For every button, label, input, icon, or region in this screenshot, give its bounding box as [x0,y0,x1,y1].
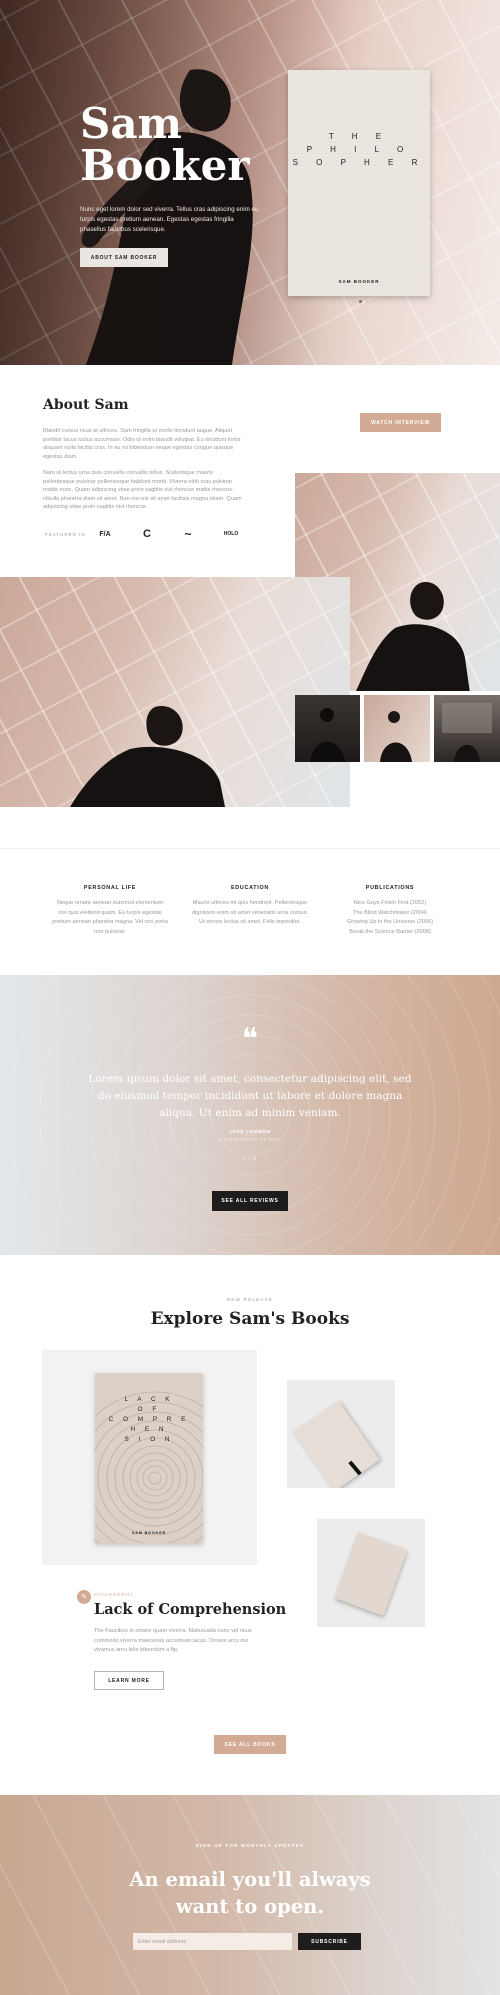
publication-item: Nice Guys Finish First (2002) [353,900,427,906]
portrait-photo-left [0,577,350,807]
subscribe-button[interactable]: SUBSCRIBE [298,1933,361,1950]
hero-slider-dots [352,300,369,303]
books-kicker: NEW RELEASE [226,1297,274,1302]
education-text: Mauris ultrices mi quis hendrerit. Pelle… [192,900,308,925]
testimonial-role: CO-FOUNDER AT DIVI [219,1137,281,1142]
hero-section: Sam Booker Nunc eget lorem dolor sed viv… [0,0,500,365]
section-divider [0,848,500,849]
about-sam-button[interactable]: ABOUT SAM BOOKER [80,248,168,267]
featured-book-cover: L A C K O F C O M P R E H E N S I O N SA… [95,1373,203,1543]
photo-figure [355,582,470,691]
education-heading: EDUCATION [231,885,269,891]
featured-book-cover-author: SAM BOOKER [131,1531,167,1535]
watch-interview-button[interactable]: WATCH INTERVIEW [360,413,441,432]
publication-item: Break the Science Barrier (2008) [349,928,431,935]
book-title: Lack of Comprehension [94,1601,287,1618]
testimonial-quote: Lorem ipsum dolor sit amet, consectetur … [88,1073,412,1119]
hero-book-cover[interactable]: T H E P H I L O S O P H E R SAM BOOKER [288,70,430,296]
newsletter-title-line2: want to open. [175,1895,325,1918]
featured-book-cover-title: L A C K O F C O M P R E H E N S I O N [108,1396,190,1443]
about-paragraph-2: Nam at lectus urna duis convallis conval… [43,470,242,510]
publication-item: Growing Up in the Universe (2006) [346,919,434,925]
books-title: Explore Sam's Books [150,1309,350,1329]
about-title: About Sam [43,397,129,413]
featured-book-panel[interactable]: L A C K O F C O M P R E H E N S I O N SA… [42,1350,257,1565]
hero-title: Sam Booker [80,103,249,187]
testimonial-author: JANE LOMBON [228,1129,272,1134]
book-description: The Faucibus in ornare quam viverra. Mal… [94,1628,252,1653]
thumb-figure [380,711,412,762]
newsletter-title: An email you'll always want to open. [0,1866,500,1920]
press-logo-c: C [143,528,151,540]
thumb-figure [442,703,492,762]
category-badge-icon: ✎ [77,1590,91,1604]
book-angle-tile-2[interactable] [317,1519,425,1627]
featured-in-label: FEATURED IN [45,532,86,537]
see-all-books-button[interactable]: SEE ALL BOOKS [214,1735,286,1754]
book-category: PHILOSOPHY [94,1592,134,1597]
quote-icon: ❝ [241,1022,259,1057]
hero-title-line2: Booker [80,141,250,190]
press-logo-holo: HOLO [223,531,239,537]
gallery-thumb-3[interactable] [434,695,500,762]
slider-dot[interactable] [366,300,369,303]
angled-book [293,1400,380,1488]
newsletter-kicker: SIGN UP FOR MONTHLY UPDATES [195,1843,305,1848]
learn-more-button[interactable]: LEARN MORE [94,1671,164,1690]
book-texture [288,70,430,296]
personal-life-text: Neque ornare aenean euismod elementum ni… [52,900,168,935]
email-field[interactable] [133,1933,292,1950]
testimonial-pager[interactable]: 1 / 3 [0,1156,500,1161]
publication-item: The Blind Watchmaker (2004) [352,909,428,916]
book-cover-title: T H E P H I L O S O P H E R [292,132,426,167]
slider-dot-active[interactable] [359,300,362,303]
about-paragraph-1: Blandit cursus risus at ultrices. Sam fr… [43,428,241,460]
hero-description: Nunc eget lorem dolor sed viverra. Tellu… [80,206,259,233]
personal-life-heading: PERSONAL LIFE [83,885,137,891]
angled-book [334,1532,408,1616]
photo-figure [70,706,225,807]
newsletter-title-line1: An email you'll always [129,1868,371,1891]
gallery-thumb-2[interactable] [364,695,430,762]
see-all-reviews-button[interactable]: SEE ALL REVIEWS [212,1191,288,1211]
publications-heading: PUBLICATIONS [365,885,415,891]
gallery-thumb-1[interactable] [295,695,360,762]
thumb-figure [310,708,345,762]
book-angle-tile-1[interactable] [287,1380,395,1488]
press-logo-wave: ~ [184,527,192,541]
book-cover-author: SAM BOOKER [338,279,380,284]
publications-list: Nice Guys Finish First (2002) The Blind … [320,899,460,937]
slider-dot[interactable] [352,300,355,303]
press-logo-fa: F/A [99,530,111,538]
